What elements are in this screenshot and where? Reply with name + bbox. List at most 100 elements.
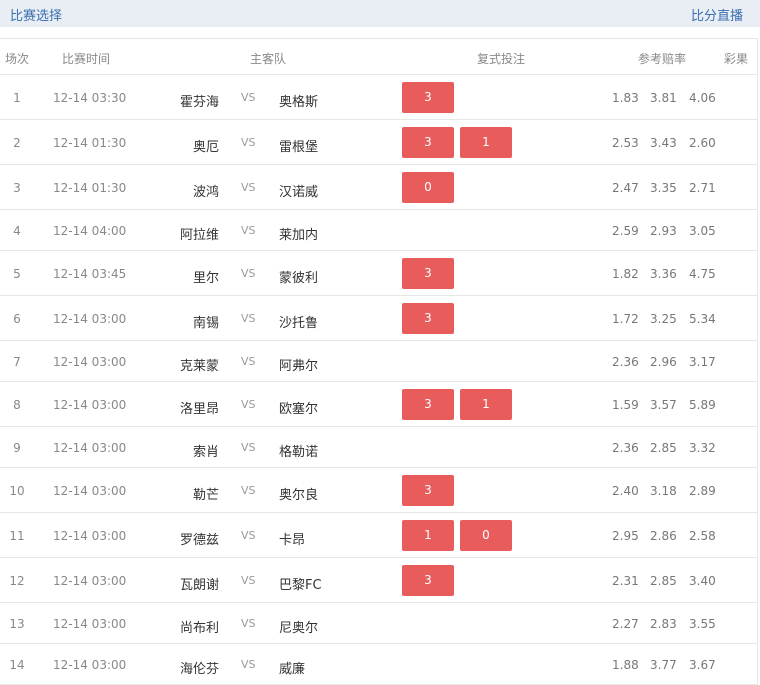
away-team[interactable]: 欧塞尔	[279, 398, 318, 417]
header-teams: 主客队	[250, 52, 287, 66]
away-team[interactable]: 奥格斯	[279, 91, 318, 110]
match-number: 2	[13, 136, 21, 150]
away-team[interactable]: 格勒诺	[279, 441, 318, 460]
bet-pick-button[interactable]: 3	[402, 82, 454, 113]
home-team[interactable]: 克莱蒙	[180, 355, 219, 374]
odds-draw: 3.25	[650, 312, 677, 326]
away-team[interactable]: 汉诺威	[279, 181, 318, 200]
vs-label: VS	[241, 267, 256, 280]
match-time: 12-14 03:30	[53, 91, 127, 105]
away-team[interactable]: 尼奥尔	[279, 617, 318, 636]
bet-pick-button[interactable]: 0	[402, 172, 454, 203]
away-team[interactable]: 蒙彼利	[279, 267, 318, 286]
live-score-link[interactable]: 比分直播	[691, 5, 743, 24]
match-select-link[interactable]: 比赛选择	[10, 5, 62, 24]
table-row: 10 12-14 03:00 勒芒 VS 奥尔良 2.40 3.18 2.89 3	[0, 468, 757, 513]
odds-win: 1.59	[612, 398, 639, 412]
odds-win: 2.31	[612, 574, 639, 588]
table-row: 2 12-14 01:30 奥厄 VS 雷根堡 2.53 3.43 2.60 3 1	[0, 120, 757, 165]
match-time: 12-14 03:00	[53, 574, 127, 588]
bet-pick-button[interactable]: 1	[402, 520, 454, 551]
match-time: 12-14 03:00	[53, 658, 127, 672]
match-time: 12-14 03:00	[53, 484, 127, 498]
table-row: 9 12-14 03:00 索肖 VS 格勒诺 2.36 2.85 3.32	[0, 427, 757, 468]
match-number: 5	[13, 267, 21, 281]
match-number: 7	[13, 355, 21, 369]
table-row: 13 12-14 03:00 尚布利 VS 尼奥尔 2.27 2.83 3.55	[0, 603, 757, 644]
bet-pick-button[interactable]: 3	[402, 127, 454, 158]
bet-pick-button[interactable]: 1	[460, 127, 512, 158]
vs-label: VS	[241, 91, 256, 104]
odds-win: 2.36	[612, 441, 639, 455]
bet-pick-button[interactable]: 3	[402, 475, 454, 506]
vs-label: VS	[241, 224, 256, 237]
home-team[interactable]: 洛里昂	[180, 398, 219, 417]
match-time: 12-14 03:00	[53, 355, 127, 369]
odds-draw: 3.43	[650, 136, 677, 150]
bet-pick-button[interactable]: 3	[402, 389, 454, 420]
match-time: 12-14 04:00	[53, 224, 127, 238]
home-team[interactable]: 阿拉维	[180, 224, 219, 243]
vs-label: VS	[241, 441, 256, 454]
odds-draw: 2.85	[650, 441, 677, 455]
away-team[interactable]: 巴黎FC	[279, 574, 322, 593]
match-time: 12-14 01:30	[53, 181, 127, 195]
bet-pick-button[interactable]: 3	[402, 303, 454, 334]
home-team[interactable]: 霍芬海	[180, 91, 219, 110]
away-team[interactable]: 威廉	[279, 658, 305, 677]
match-time: 12-14 03:00	[53, 441, 127, 455]
match-number: 8	[13, 398, 21, 412]
odds-draw: 2.83	[650, 617, 677, 631]
away-team[interactable]: 沙托鲁	[279, 312, 318, 331]
match-number: 14	[9, 658, 25, 672]
match-number: 10	[9, 484, 25, 498]
home-team[interactable]: 南锡	[193, 312, 219, 331]
odds-draw: 2.86	[650, 529, 677, 543]
table-header: 场次 比赛时间 主客队 复式投注 参考赔率 彩果	[0, 39, 757, 75]
match-number: 11	[9, 529, 25, 543]
away-team[interactable]: 莱加内	[279, 224, 318, 243]
odds-loss: 3.17	[689, 355, 716, 369]
odds-loss: 2.58	[689, 529, 716, 543]
bet-pick-button[interactable]: 3	[402, 565, 454, 596]
odds-loss: 3.55	[689, 617, 716, 631]
table-row: 11 12-14 03:00 罗德兹 VS 卡昂 2.95 2.86 2.58 1 0	[0, 513, 757, 558]
away-team[interactable]: 奥尔良	[279, 484, 318, 503]
bet-pick-button[interactable]: 0	[460, 520, 512, 551]
header-bet: 复式投注	[477, 52, 526, 66]
match-number: 9	[13, 441, 21, 455]
home-team[interactable]: 里尔	[193, 267, 219, 286]
match-number: 13	[9, 617, 25, 631]
home-team[interactable]: 罗德兹	[180, 529, 219, 548]
table-row: 8 12-14 03:00 洛里昂 VS 欧塞尔 1.59 3.57 5.89 3 1	[0, 382, 757, 427]
home-team[interactable]: 索肖	[193, 441, 219, 460]
odds-win: 1.83	[612, 91, 639, 105]
home-team[interactable]: 尚布利	[180, 617, 219, 636]
home-team[interactable]: 勒芒	[193, 484, 219, 503]
odds-draw: 3.81	[650, 91, 677, 105]
odds-win: 2.59	[612, 224, 639, 238]
top-bar: 比赛选择 比分直播	[0, 0, 760, 27]
match-table: 场次 比赛时间 主客队 复式投注 参考赔率 彩果 1 12-14 03:30 霍芬海…	[0, 38, 758, 685]
bet-pick-button[interactable]: 1	[460, 389, 512, 420]
odds-loss: 3.05	[689, 224, 716, 238]
match-time: 12-14 01:30	[53, 136, 127, 150]
odds-win: 2.40	[612, 484, 639, 498]
match-time: 12-14 03:00	[53, 617, 127, 631]
bet-pick-button[interactable]: 3	[402, 258, 454, 289]
home-team[interactable]: 瓦朗谢	[180, 574, 219, 593]
away-team[interactable]: 阿弗尔	[279, 355, 318, 374]
home-team[interactable]: 海伦芬	[180, 658, 219, 677]
match-time: 12-14 03:00	[53, 529, 127, 543]
away-team[interactable]: 卡昂	[279, 529, 305, 548]
away-team[interactable]: 雷根堡	[279, 136, 318, 155]
home-team[interactable]: 奥厄	[193, 136, 219, 155]
table-row: 5 12-14 03:45 里尔 VS 蒙彼利 1.82 3.36 4.75 3	[0, 251, 757, 296]
match-number: 4	[13, 224, 21, 238]
vs-label: VS	[241, 398, 256, 411]
odds-loss: 2.60	[689, 136, 716, 150]
match-number: 12	[9, 574, 25, 588]
odds-win: 2.53	[612, 136, 639, 150]
odds-draw: 2.93	[650, 224, 677, 238]
home-team[interactable]: 波鸿	[193, 181, 219, 200]
